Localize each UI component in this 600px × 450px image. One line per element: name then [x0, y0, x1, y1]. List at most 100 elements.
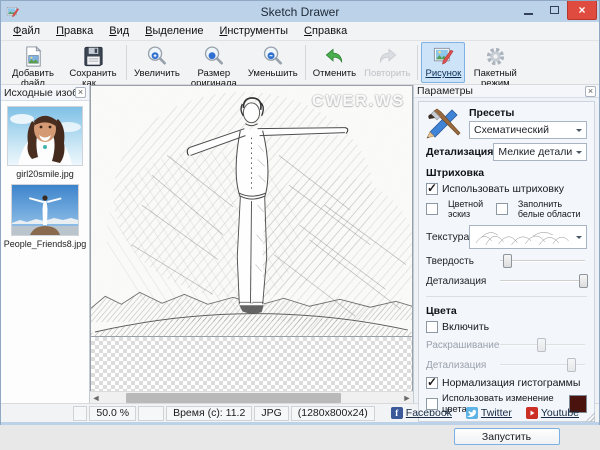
close-button[interactable]: ×: [567, 1, 597, 20]
app-window: Sketch Drawer × Файл Правка Вид Выделени…: [0, 0, 600, 445]
color-change-checkbox[interactable]: [426, 398, 438, 410]
slider-thumb[interactable]: [502, 254, 512, 268]
zoom-in-icon: [148, 46, 167, 65]
slider-thumb[interactable]: [566, 358, 576, 372]
add-file-button[interactable]: Добавить файл: [3, 42, 63, 89]
color-sketch-label: Цветной эскиз: [448, 199, 484, 219]
source-images-panel: Исходные изоб... ×: [1, 85, 90, 403]
preset-select[interactable]: Схематический: [469, 121, 587, 139]
params-panel-close-button[interactable]: ×: [585, 85, 596, 97]
transparency-checkerboard: [90, 337, 413, 391]
zoom-out-button[interactable]: Уменьшить: [244, 42, 302, 83]
picture-button[interactable]: Рисунок: [421, 42, 466, 83]
save-icon: [83, 46, 103, 67]
sketch-canvas[interactable]: CWER.WS ◄ ►: [90, 85, 413, 403]
histogram-checkbox[interactable]: [426, 375, 438, 389]
source-panel-close-button[interactable]: ×: [75, 87, 86, 98]
hardness-label: Твердость: [426, 255, 474, 267]
menu-view[interactable]: Вид: [101, 23, 137, 39]
minimize-button[interactable]: [515, 1, 541, 19]
use-hatching-label: Использовать штриховку: [442, 183, 564, 195]
chevron-down-icon: [576, 151, 582, 157]
add-file-icon: [25, 45, 41, 67]
original-size-icon: [205, 46, 224, 65]
youtube-link[interactable]: Youtube: [525, 407, 579, 419]
horizontal-scrollbar[interactable]: ◄ ►: [90, 391, 413, 403]
hardness-slider[interactable]: [498, 253, 587, 269]
status-render-time: Время (с): 11.2: [166, 405, 253, 421]
title-bar: Sketch Drawer ×: [1, 1, 599, 22]
colorize-slider[interactable]: [498, 337, 587, 353]
colors-section-title: Цвета: [426, 305, 457, 317]
preset-value: Схематический: [474, 124, 549, 136]
toolbar: Добавить файл Сохранить как... Увеличить: [1, 41, 599, 89]
zoom-out-icon: [264, 46, 283, 65]
source-panel-title: Исходные изоб...: [4, 86, 75, 99]
redo-button[interactable]: Повторить: [360, 42, 414, 83]
batch-mode-button[interactable]: Пакетный режим: [465, 42, 525, 89]
slider-track: [500, 280, 585, 282]
use-hatching-checkbox[interactable]: [426, 181, 438, 195]
colors-detail-slider[interactable]: [498, 357, 587, 373]
fill-white-checkbox[interactable]: [495, 203, 508, 215]
redo-icon: [379, 48, 397, 64]
toolbar-separator: [126, 45, 127, 80]
texture-label: Текстура: [426, 231, 470, 243]
detail-value: Мелкие детали: [498, 146, 573, 158]
detail-label: Детализация: [426, 146, 494, 158]
maximize-icon: [549, 6, 559, 14]
slider-thumb[interactable]: [579, 274, 589, 288]
enable-colors-checkbox[interactable]: [426, 321, 438, 333]
undo-icon: [325, 48, 342, 64]
thumbnail-image: [7, 106, 83, 166]
window-title: Sketch Drawer: [260, 4, 340, 19]
menu-file[interactable]: Файл: [5, 23, 48, 39]
girl-photo-thumbnail: [8, 107, 82, 165]
colorize-label: Раскрашивание: [426, 339, 500, 351]
sketch-preview-image: [90, 85, 413, 337]
facebook-icon: f: [390, 407, 403, 419]
close-icon: ×: [587, 85, 594, 96]
thumbnail-filename: girl20smile.jpg: [16, 169, 74, 179]
minimize-icon: [523, 12, 533, 15]
texture-select[interactable]: [469, 225, 587, 249]
undo-button[interactable]: Отменить: [309, 42, 360, 83]
colors-detail-label: Детализация: [426, 359, 487, 371]
close-icon: ×: [77, 87, 84, 97]
menu-bar: Файл Правка Вид Выделение Инструменты Сп…: [1, 22, 599, 41]
source-panel-header: Исходные изоб... ×: [1, 85, 89, 101]
menu-tools[interactable]: Инструменты: [211, 23, 296, 39]
parameters-panel: Параметры × Пресеты Схематический Детали…: [413, 85, 599, 445]
slider-thumb[interactable]: [536, 338, 546, 352]
people-photo-thumbnail: [12, 185, 78, 235]
detail-select[interactable]: Мелкие детали: [493, 143, 587, 161]
save-as-button[interactable]: Сохранить как...: [63, 42, 123, 89]
maximize-button[interactable]: [541, 1, 567, 19]
run-button[interactable]: Запустить: [453, 428, 560, 445]
hatching-detail-slider[interactable]: [498, 273, 589, 289]
watermark-text: CWER.WS: [311, 93, 405, 110]
gear-icon: [486, 47, 504, 66]
status-zoom-level: 50.0 %: [89, 405, 137, 421]
chevron-down-icon: [576, 236, 582, 242]
scrollbar-thumb[interactable]: [125, 392, 342, 403]
scroll-right-icon[interactable]: ►: [401, 392, 413, 404]
menu-edit[interactable]: Правка: [48, 23, 101, 39]
menu-help[interactable]: Справка: [296, 23, 355, 39]
youtube-icon: [525, 407, 538, 419]
presets-label: Пресеты: [469, 107, 515, 119]
original-size-button[interactable]: Размер оригинала: [184, 42, 244, 89]
color-sketch-checkbox[interactable]: [426, 203, 438, 215]
zoom-in-button[interactable]: Увеличить: [130, 42, 184, 83]
twitter-icon: [465, 407, 478, 419]
twitter-link[interactable]: Twitter: [465, 407, 512, 419]
texture-preview: [474, 227, 573, 247]
source-thumbnail-item[interactable]: girl20smile.jpg: [1, 106, 89, 179]
pencil-brush-icon: [426, 108, 461, 139]
scroll-left-icon[interactable]: ◄: [90, 392, 102, 404]
resize-grip[interactable]: [585, 412, 595, 422]
menu-selection[interactable]: Выделение: [137, 23, 211, 39]
source-thumbnail-item[interactable]: People_Friends8.jpg: [1, 184, 89, 249]
facebook-link[interactable]: f Facebook: [390, 407, 452, 419]
scrollbar-track[interactable]: [102, 392, 401, 404]
